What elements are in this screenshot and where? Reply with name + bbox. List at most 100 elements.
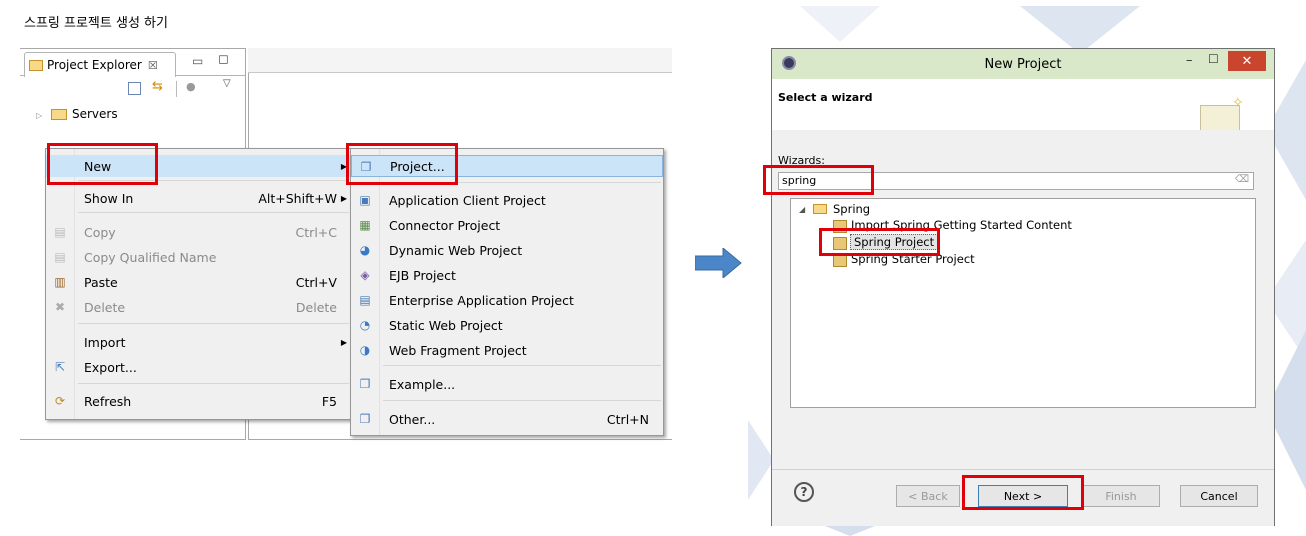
menu-item-label: Export... (84, 359, 137, 375)
maximize-icon[interactable]: ◻ (218, 52, 229, 67)
menu-item-label: Connector Project (389, 217, 501, 233)
submenu-item-example[interactable]: ❐ Example... (351, 373, 663, 395)
folder-icon (51, 109, 67, 120)
menu-shortcut: F5 (321, 393, 337, 409)
dialog-title-bar: New Project – ☐ ✕ (772, 49, 1274, 79)
cancel-button[interactable]: Cancel (1180, 485, 1258, 507)
menu-shortcut: Ctrl+V (295, 274, 337, 290)
submenu-item-static-web-project[interactable]: ◔ Static Web Project (351, 314, 663, 336)
new-submenu: ❐ Project... ▣ Application Client Projec… (350, 148, 664, 436)
connector-icon: ▦ (359, 218, 371, 232)
expand-arrow-icon[interactable]: ▷ (36, 111, 42, 120)
view-menu-separator (176, 81, 177, 97)
submenu-arrow-icon: ▶ (340, 337, 347, 347)
web-fragment-icon: ◑ (359, 343, 371, 357)
submenu-arrow-icon: ▶ (340, 193, 347, 203)
menu-item-label: Application Client Project (389, 192, 546, 208)
editor-toolbar (248, 48, 672, 73)
arrow-right-icon (695, 248, 742, 278)
tab-label: Project Explorer (47, 58, 142, 72)
menu-item-label: Example... (389, 376, 456, 392)
copy-icon: ▤ (54, 225, 66, 239)
submenu-item-application-client-project[interactable]: ▣ Application Client Project (351, 189, 663, 211)
back-button[interactable]: < Back (896, 485, 960, 507)
menu-item-label: Paste (84, 274, 118, 290)
link-editor-icon[interactable]: ⇆ (152, 79, 163, 94)
menu-item-show-in[interactable]: Show In Alt+Shift+W ▶ (46, 187, 351, 209)
menu-item-label: Static Web Project (389, 317, 503, 333)
delete-icon: ✖ (54, 300, 66, 314)
clear-filter-icon[interactable]: ⌫ (1235, 174, 1249, 185)
example-icon: ❐ (359, 377, 371, 391)
menu-item-label: Refresh (84, 393, 132, 409)
menu-item-label: Other... (389, 411, 436, 427)
finish-button[interactable]: Finish (1082, 485, 1160, 507)
menu-item-import[interactable]: Import ▶ (46, 331, 351, 353)
new-project-dialog: New Project – ☐ ✕ Select a wizard ✧ Wiza… (771, 48, 1275, 526)
menu-item-refresh[interactable]: ⟳ Refresh F5 (46, 390, 351, 412)
bg-triangle (1020, 6, 1140, 54)
filter-icon[interactable]: ● (186, 80, 196, 93)
menu-item-label: Enterprise Application Project (389, 292, 574, 308)
submenu-item-web-fragment-project[interactable]: ◑ Web Fragment Project (351, 339, 663, 361)
highlight-spring-project (819, 228, 940, 256)
submenu-item-enterprise-application-project[interactable]: ▤ Enterprise Application Project (351, 289, 663, 311)
tree-item-servers[interactable]: Servers (72, 107, 118, 121)
menu-item-export[interactable]: ⇱ Export... (46, 356, 351, 378)
menu-item-copy-qualified-name[interactable]: ▤ Copy Qualified Name (46, 246, 351, 268)
minimize-window-icon[interactable]: – (1186, 53, 1193, 68)
highlight-project (346, 143, 458, 185)
close-window-button[interactable]: ✕ (1228, 51, 1266, 71)
menu-item-label: Copy (84, 224, 116, 240)
paste-icon: ▥ (54, 275, 66, 289)
menu-item-delete[interactable]: ✖ Delete Delete (46, 296, 351, 318)
maximize-window-icon[interactable]: ☐ (1208, 52, 1219, 66)
menu-separator (78, 383, 349, 384)
web-globe-icon: ◕ (359, 243, 371, 257)
folder-open-icon (813, 204, 827, 214)
folder-icon (29, 59, 43, 71)
highlight-next (962, 475, 1084, 510)
menu-item-paste[interactable]: ▥ Paste Ctrl+V (46, 271, 351, 293)
menu-item-label: Delete (84, 299, 126, 315)
menu-item-label: EJB Project (389, 267, 456, 283)
collapse-arrow-icon[interactable]: ◢ (799, 205, 805, 214)
menu-separator (78, 323, 349, 324)
refresh-icon: ⟳ (54, 394, 66, 408)
enterprise-app-icon: ▤ (359, 293, 371, 307)
menu-item-label: Dynamic Web Project (389, 242, 523, 258)
menu-item-label: Copy Qualified Name (84, 249, 217, 265)
application-client-icon: ▣ (359, 193, 371, 207)
menu-separator (78, 212, 349, 213)
view-menu-icon[interactable]: ▽ (223, 78, 231, 89)
menu-shortcut: Alt+Shift+W (258, 190, 337, 206)
tree-folder-spring[interactable]: Spring (833, 202, 870, 216)
export-icon: ⇱ (54, 360, 66, 374)
submenu-item-other[interactable]: ❐ Other... Ctrl+N (351, 408, 663, 430)
submenu-item-connector-project[interactable]: ▦ Connector Project (351, 214, 663, 236)
collapse-all-icon[interactable] (128, 82, 141, 95)
menu-item-label: Show In (84, 190, 134, 206)
menu-separator (383, 400, 661, 401)
submenu-item-ejb-project[interactable]: ◈ EJB Project (351, 264, 663, 286)
close-icon[interactable]: ☒ (148, 59, 158, 72)
project-explorer-tab[interactable]: Project Explorer ☒ (24, 52, 176, 77)
menu-item-label: Web Fragment Project (389, 342, 527, 358)
menu-shortcut: Ctrl+N (606, 411, 649, 427)
highlight-new (47, 143, 158, 185)
submenu-item-dynamic-web-project[interactable]: ◕ Dynamic Web Project (351, 239, 663, 261)
menu-shortcut: Delete (295, 299, 337, 315)
copy-qualified-icon: ▤ (54, 250, 66, 264)
sparkle-icon: ✧ (1232, 95, 1244, 111)
menu-shortcut: Ctrl+C (295, 224, 337, 240)
dialog-title: New Project (984, 57, 1062, 72)
minimize-icon[interactable]: ▭ (192, 54, 203, 68)
menu-item-copy[interactable]: ▤ Copy Ctrl+C (46, 221, 351, 243)
context-menu: New ▶ Show In Alt+Shift+W ▶ ▤ Copy Ctrl+… (45, 148, 352, 420)
help-button[interactable]: ? (794, 482, 814, 502)
menu-item-label: Import (84, 334, 126, 350)
bg-triangle (800, 6, 880, 42)
other-wizard-icon: ❐ (359, 412, 371, 426)
highlight-filter (763, 165, 874, 195)
static-web-icon: ◔ (359, 318, 371, 332)
